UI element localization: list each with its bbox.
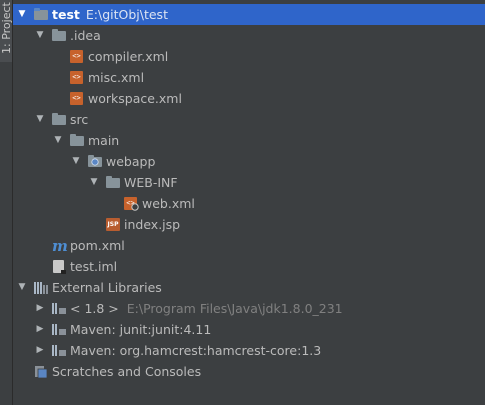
- expand-arrow-icon[interactable]: ▼: [70, 151, 82, 172]
- tree-node-main[interactable]: ▼ main: [13, 130, 485, 151]
- web-xml-file-icon: <>: [123, 197, 139, 211]
- tree-node-file[interactable]: m pom.xml: [13, 235, 485, 256]
- project-side-tab-label: 1: Project: [0, 2, 12, 54]
- jdk-icon: [51, 302, 67, 315]
- tree-node-label: misc.xml: [88, 70, 145, 85]
- tree-node-label: main: [88, 133, 120, 148]
- tree-node-label: test.iml: [70, 259, 118, 274]
- tree-node-label: workspace.xml: [88, 91, 182, 106]
- project-tree: ▼ test E:\gitObj\test ▼ .idea <> compiler…: [13, 4, 485, 382]
- scratches-icon: [33, 365, 49, 379]
- tree-node-label: webapp: [106, 154, 156, 169]
- tree-node-src[interactable]: ▼ src: [13, 109, 485, 130]
- library-path: E:\Program Files\Java\jdk1.8.0_231: [126, 301, 343, 316]
- tree-node-label: Maven: org.hamcrest:hamcrest-core:1.3: [70, 343, 322, 358]
- library-icon: [51, 344, 67, 357]
- web-folder-icon: [87, 155, 103, 168]
- expand-arrow-icon[interactable]: ▼: [88, 172, 100, 193]
- tree-node-external-libraries[interactable]: ▼ External Libraries: [13, 277, 485, 298]
- expand-arrow-icon[interactable]: ▼: [16, 4, 28, 25]
- project-name: test: [52, 7, 80, 22]
- folder-icon: [51, 113, 67, 126]
- tree-node-library[interactable]: ▶ < 1.8 > E:\Program Files\Java\jdk1.8.0_…: [13, 298, 485, 319]
- tree-node-label: Scratches and Consoles: [52, 364, 202, 379]
- tree-node-webapp[interactable]: ▼ webapp: [13, 151, 485, 172]
- tree-node-idea[interactable]: ▼ .idea: [13, 25, 485, 46]
- collapse-arrow-icon[interactable]: ▶: [34, 319, 46, 340]
- maven-icon: m: [52, 237, 68, 255]
- tree-node-label: WEB-INF: [124, 175, 178, 190]
- tree-node-file[interactable]: <> workspace.xml: [13, 88, 485, 109]
- tree-node-scratches[interactable]: Scratches and Consoles: [13, 361, 485, 382]
- library-icon: [51, 323, 67, 336]
- project-tool-window: 1: Project ▼ test E:\gitObj\test ▼ .idea …: [0, 0, 485, 405]
- folder-icon: [51, 29, 67, 42]
- tree-node-webinf[interactable]: ▼ WEB-INF: [13, 172, 485, 193]
- tree-node-file[interactable]: <> web.xml: [13, 193, 485, 214]
- tree-node-label: index.jsp: [124, 217, 181, 232]
- expand-arrow-icon[interactable]: ▼: [52, 130, 64, 151]
- tree-node-label: .idea: [70, 28, 101, 43]
- expand-arrow-icon[interactable]: ▼: [34, 109, 46, 130]
- tree-node-label: src: [70, 112, 89, 127]
- tree-node-file[interactable]: <> compiler.xml: [13, 46, 485, 67]
- expand-arrow-icon[interactable]: ▼: [16, 277, 28, 298]
- module-folder-icon: [33, 8, 49, 21]
- jsp-file-icon: JSP: [105, 218, 121, 231]
- library-name: < 1.8 >: [70, 301, 119, 316]
- side-tool-strip: 1: Project: [0, 0, 13, 405]
- folder-icon: [105, 176, 121, 189]
- tree-node-file[interactable]: JSP index.jsp: [13, 214, 485, 235]
- tree-node-label: Maven: junit:junit:4.11: [70, 322, 212, 337]
- project-side-tab[interactable]: 1: Project: [0, 0, 12, 62]
- libraries-icon: [33, 281, 49, 294]
- iml-file-icon: [51, 260, 67, 274]
- tree-node-file[interactable]: <> misc.xml: [13, 67, 485, 88]
- tree-node-label: pom.xml: [70, 238, 125, 253]
- project-path: E:\gitObj\test: [85, 7, 168, 22]
- xml-file-icon: <>: [69, 50, 85, 63]
- xml-file-icon: <>: [69, 71, 85, 84]
- tree-node-label: compiler.xml: [88, 49, 169, 64]
- tree-node-label: External Libraries: [52, 280, 162, 295]
- tree-node-label: web.xml: [142, 196, 195, 211]
- tree-node-project-root[interactable]: ▼ test E:\gitObj\test: [13, 4, 485, 25]
- tree-node-library[interactable]: ▶ Maven: junit:junit:4.11: [13, 319, 485, 340]
- xml-file-icon: <>: [69, 92, 85, 105]
- tree-node-file[interactable]: test.iml: [13, 256, 485, 277]
- collapse-arrow-icon[interactable]: ▶: [34, 298, 46, 319]
- collapse-arrow-icon[interactable]: ▶: [34, 340, 46, 361]
- expand-arrow-icon[interactable]: ▼: [34, 25, 46, 46]
- folder-icon: [69, 134, 85, 147]
- tree-node-library[interactable]: ▶ Maven: org.hamcrest:hamcrest-core:1.3: [13, 340, 485, 361]
